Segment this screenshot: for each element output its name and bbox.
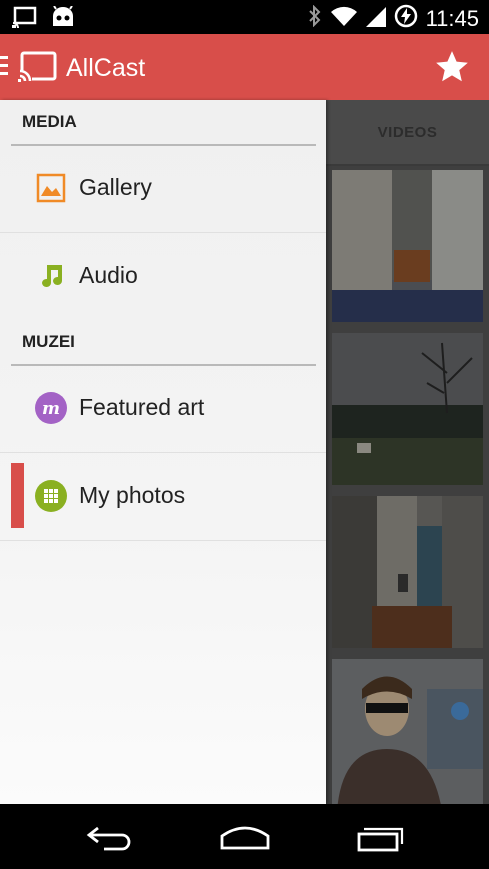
recents-icon[interactable] [356,822,406,857]
gallery-icon [35,172,67,204]
android-robot-icon [50,5,76,33]
back-icon[interactable] [84,822,134,857]
svg-text:m: m [42,399,60,419]
tab-videos[interactable]: VIDEOS [326,100,489,166]
tab-videos-label: VIDEOS [377,123,438,141]
section-title: MEDIA [22,112,77,131]
status-bar: 11:45 [0,0,489,34]
photo-thumbnail[interactable] [332,170,483,322]
wifi-icon [330,5,358,32]
section-header-muzei: MUZEI [11,320,316,366]
selected-indicator [11,463,24,528]
cast-logo-icon[interactable] [18,51,58,88]
drawer-item-label: Audio [79,262,138,288]
section-header-media: MEDIA [11,100,316,146]
bluetooth-icon [308,4,322,32]
home-icon[interactable] [218,822,272,857]
navigation-drawer: MEDIA Gallery Audio MUZEI m Featured art… [0,100,326,804]
grid-icon [35,480,67,512]
muzei-icon: m [35,392,67,424]
music-note-icon [35,260,67,292]
clock: 11:45 [425,5,479,31]
app-title: AllCast [66,54,146,82]
photo-thumbnail[interactable] [332,333,483,485]
drawer-item-audio[interactable]: Audio [0,232,326,320]
app-bar: AllCast [0,34,489,100]
photo-thumbnail[interactable] [332,496,483,648]
photo-thumbnail[interactable] [332,659,483,804]
cast-notification-icon [12,6,38,33]
star-icon[interactable] [433,48,471,91]
media-content-panel: VIDEOS [326,100,489,804]
section-title: MUZEI [22,332,75,351]
battery-charging-icon [394,4,418,33]
drawer-item-featured-art[interactable]: m Featured art [0,364,326,453]
drawer-item-label: Gallery [79,174,152,200]
system-navigation-bar [0,804,489,869]
signal-icon [365,5,386,32]
drawer-item-gallery[interactable]: Gallery [0,144,326,233]
drawer-item-my-photos[interactable]: My photos [0,452,326,541]
drawer-item-label: My photos [79,482,186,508]
menu-icon[interactable] [0,56,8,80]
drawer-item-label: Featured art [79,394,205,420]
